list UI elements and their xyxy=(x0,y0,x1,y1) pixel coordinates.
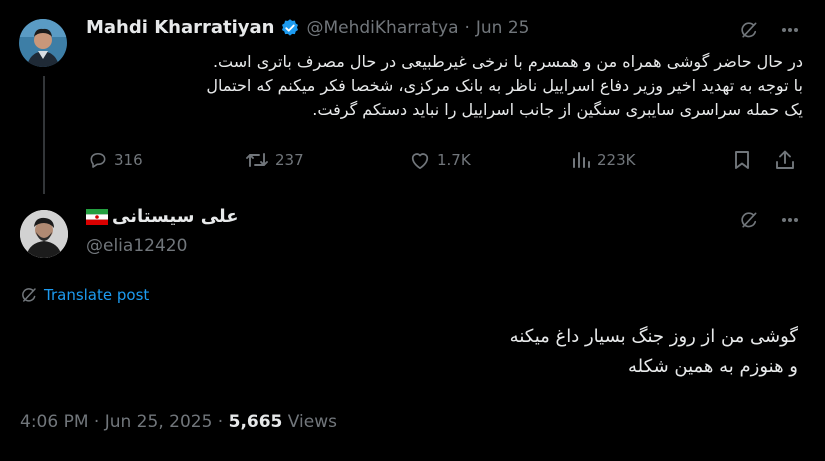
bookmark-icon[interactable] xyxy=(733,150,751,174)
reply-avatar[interactable] xyxy=(20,210,68,258)
more-options-icon[interactable] xyxy=(780,22,800,41)
reply-action[interactable]: 316 xyxy=(88,150,143,170)
heart-icon xyxy=(409,150,431,170)
more-options-icon[interactable] xyxy=(780,212,800,231)
reply-icon xyxy=(88,150,108,170)
like-count: 1.7K xyxy=(437,151,471,169)
views-action[interactable]: 223K xyxy=(571,150,635,170)
share-icon[interactable] xyxy=(775,149,795,175)
reply-header: علی سیستانی xyxy=(86,206,239,227)
repost-action[interactable]: 237 xyxy=(245,150,304,170)
reply-meta: 4:06 PM · Jun 25, 2025 · 5,665 Views xyxy=(20,412,337,432)
parent-author-name[interactable]: Mahdi Kharratiyan xyxy=(86,17,274,38)
reply-count: 316 xyxy=(114,151,143,169)
dot-separator: · xyxy=(217,412,224,432)
dot-separator: · xyxy=(93,412,100,432)
dot-separator: · xyxy=(464,17,470,38)
reply-handle[interactable]: @elia12420 xyxy=(86,236,187,256)
repost-icon xyxy=(245,150,269,170)
parent-date[interactable]: Jun 25 xyxy=(476,18,530,38)
translate-post-link[interactable]: Translate post xyxy=(20,286,149,304)
reply-tweet-text: گوشی من از روز جنگ بسیار داغ میکنه و هنو… xyxy=(20,322,798,382)
reply-author-name[interactable]: علی سیستانی xyxy=(112,206,239,227)
verified-badge-icon xyxy=(280,18,300,38)
reply-text-line: و هنوزم به همین شکله xyxy=(628,356,798,377)
parent-tweet-text: در حال حاضر گوشی همراه من و همسرم با نرخ… xyxy=(86,50,803,122)
post-views-count: 5,665 xyxy=(228,412,283,432)
translate-icon xyxy=(20,286,38,304)
parent-header: Mahdi Kharratiyan @MehdiKharratya · Jun … xyxy=(86,17,530,38)
thread-line xyxy=(43,76,45,194)
post-time[interactable]: 4:06 PM xyxy=(20,412,89,432)
post-date[interactable]: Jun 25, 2025 xyxy=(105,412,213,432)
like-action[interactable]: 1.7K xyxy=(409,150,471,170)
repost-count: 237 xyxy=(275,151,304,169)
iran-flag-icon xyxy=(86,208,108,225)
grok-icon[interactable] xyxy=(739,20,759,44)
parent-handle[interactable]: @MehdiKharratya xyxy=(306,18,458,38)
analytics-icon xyxy=(571,150,591,170)
parent-text-line: با توجه به تهدید اخیر وزیر دفاع اسراییل … xyxy=(206,76,803,95)
parent-avatar[interactable] xyxy=(19,19,67,67)
parent-text-line: یک حمله سراسری سایبری سنگین از جانب اسرا… xyxy=(312,100,803,119)
translate-post-label: Translate post xyxy=(44,286,150,304)
reply-text-line: گوشی من از روز جنگ بسیار داغ میکنه xyxy=(509,326,798,347)
post-views-label: Views xyxy=(287,412,337,432)
grok-icon[interactable] xyxy=(739,210,759,234)
view-count: 223K xyxy=(597,151,636,169)
parent-text-line: در حال حاضر گوشی همراه من و همسرم با نرخ… xyxy=(212,52,803,71)
